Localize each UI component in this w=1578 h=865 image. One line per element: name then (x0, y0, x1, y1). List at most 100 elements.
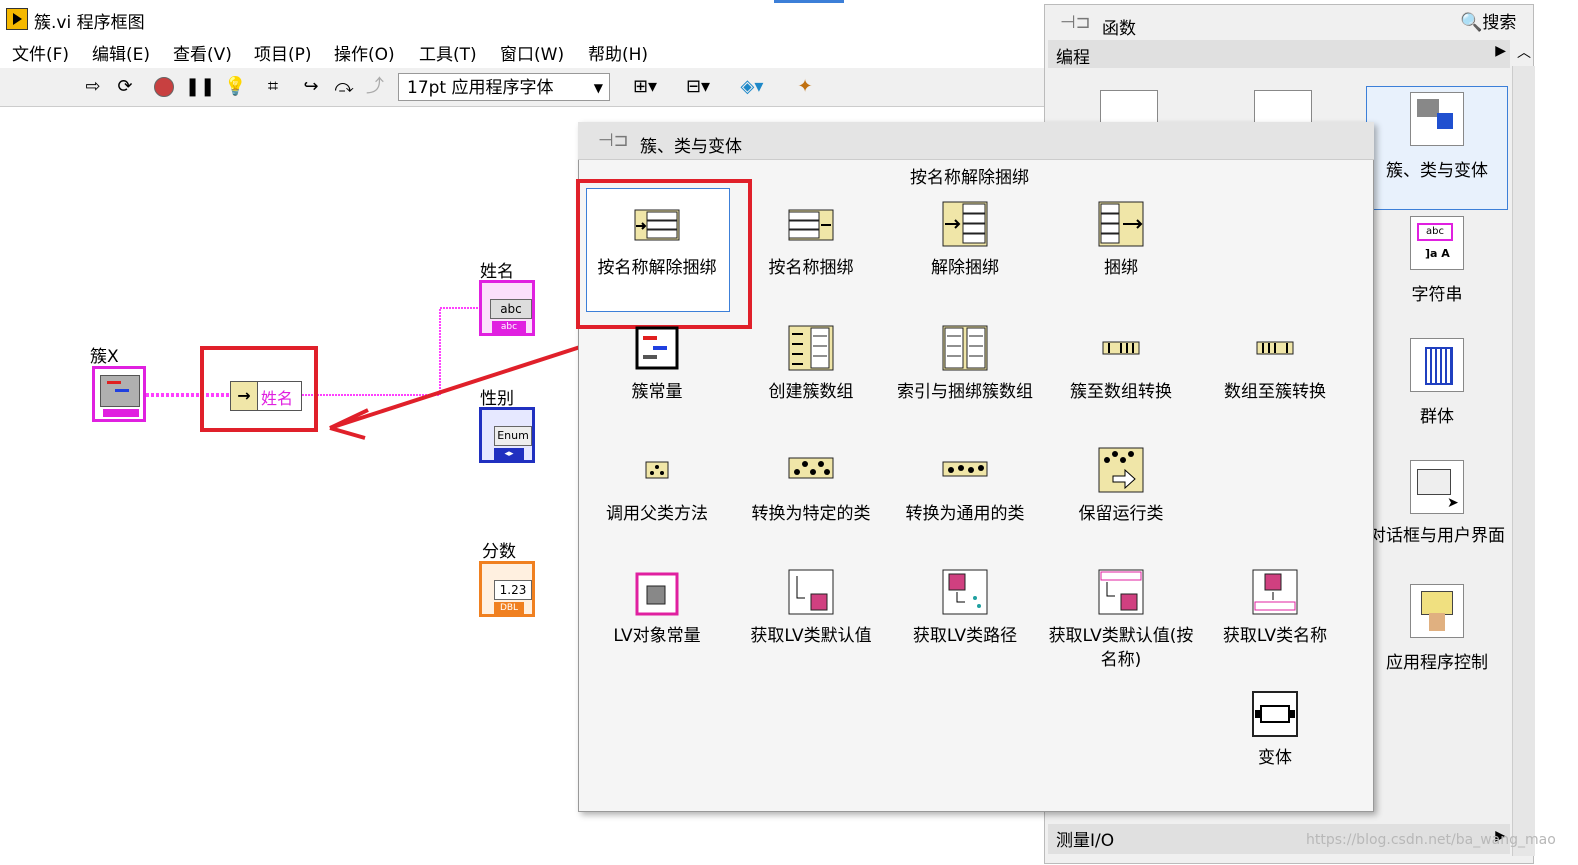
palette-scrollbar[interactable]: ︿ (1512, 45, 1535, 856)
item-get-lvclass-path[interactable]: 获取LV类路径 (890, 568, 1040, 648)
align-icon[interactable]: ⊞▾ (628, 76, 662, 98)
chevron-down-icon: ▼ (593, 81, 603, 95)
item-unbundle[interactable]: 解除捆绑 (890, 200, 1040, 280)
item-variant[interactable]: 变体 (1200, 690, 1350, 770)
enum-indicator-terminal[interactable]: Enum ◂▸ (479, 407, 535, 463)
palette-category-icon[interactable] (1254, 90, 1312, 123)
menu-view[interactable]: 查看(V) (173, 40, 232, 65)
cleanup-icon[interactable]: ✦ (790, 76, 820, 98)
indicator-type-text: abc (490, 299, 532, 319)
item-array-to-cluster[interactable]: 数组至簇转换 (1200, 324, 1350, 404)
step-into-icon[interactable]: ↪ (300, 76, 322, 98)
font-select-value: 17pt 应用程序字体 (407, 78, 554, 98)
to-more-generic-class-icon (941, 446, 989, 494)
item-label: 数组至簇转换 (1224, 382, 1326, 402)
palette-category-icon[interactable] (1100, 90, 1158, 123)
search-button[interactable]: 🔍搜索 (1460, 10, 1532, 36)
item-bundle-by-name[interactable]: 按名称捆绑 (736, 200, 886, 280)
item-build-cluster-array[interactable]: 创建簇数组 (736, 324, 886, 404)
menu-tools[interactable]: 工具(T) (419, 40, 477, 65)
item-label: 簇常量 (631, 382, 683, 402)
pause-icon[interactable]: ❚❚ (185, 76, 215, 98)
menu-project[interactable]: 项目(P) (254, 40, 312, 65)
cluster-control-terminal[interactable] (92, 366, 146, 422)
run-continuous-icon[interactable]: ⟳ (114, 76, 136, 98)
run-arrow-icon[interactable]: ⇨ (82, 76, 104, 98)
string-indicator-terminal[interactable]: abc abc (479, 280, 535, 336)
string-icon: abc]a A (1410, 216, 1464, 270)
unbundle-by-name-icon (633, 200, 681, 248)
cluster-label: 簇X (90, 347, 119, 367)
item-bundle[interactable]: 捆绑 (1046, 200, 1196, 280)
menu-edit[interactable]: 编辑(E) (92, 40, 150, 65)
item-to-more-specific-class[interactable]: 转换为特定的类 (736, 446, 886, 526)
pin-icon[interactable]: ⊣⊐ (1060, 12, 1091, 33)
unbundle-by-name-node[interactable]: → 姓名 (230, 381, 302, 411)
indicator-type-text: Enum (494, 426, 532, 446)
item-label: 保留运行类 (1078, 504, 1164, 524)
arrow-head (329, 408, 369, 440)
preserve-runtime-class-icon (1097, 446, 1145, 494)
abort-icon[interactable] (153, 76, 175, 98)
search-label: 搜索 (1482, 13, 1517, 33)
item-cluster-constant[interactable]: 簇常量 (582, 324, 732, 404)
item-preserve-runtime-class[interactable]: 保留运行类 (1046, 446, 1196, 526)
highlight-bulb-icon[interactable]: 💡 (224, 76, 246, 98)
item-label: 获取LV类名称 (1222, 626, 1328, 646)
item-to-more-generic-class[interactable]: 转换为通用的类 (890, 446, 1040, 526)
menu-operate[interactable]: 操作(O) (334, 40, 395, 65)
retain-wire-icon[interactable]: ⌗ (262, 76, 284, 98)
menu-bar: 文件(F) 编辑(E) 查看(V) 项目(P) 操作(O) 工具(T) 窗口(W… (0, 36, 1050, 66)
menu-file[interactable]: 文件(F) (12, 40, 69, 65)
unbundle-icon (941, 200, 989, 248)
palette-item-label: 对话框与用户界面 (1369, 526, 1505, 546)
cluster-class-variant-icon (1410, 92, 1464, 146)
item-get-lvclass-default-by-name[interactable]: 获取LV类默认值(按名称) (1046, 568, 1196, 672)
palette-item-string[interactable]: abc]a A 字符串 (1366, 216, 1508, 305)
item-label: 转换为通用的类 (905, 504, 1025, 524)
pin-icon[interactable]: ⊣⊐ (598, 130, 629, 151)
menu-window[interactable]: 窗口(W) (500, 40, 564, 65)
item-lv-object-constant[interactable]: LV对象常量 (582, 568, 732, 648)
indicator-label-score: 分数 (482, 542, 516, 562)
unbundle-element-name[interactable]: 姓名 (261, 385, 293, 409)
indicator-datatype: DBL (494, 602, 524, 614)
item-unbundle-by-name[interactable]: 按名称解除捆绑 (582, 200, 732, 280)
to-more-specific-class-icon (787, 446, 835, 494)
item-cluster-to-array[interactable]: 簇至数组转换 (1046, 324, 1196, 404)
arrow-right-icon: → (231, 382, 258, 410)
distribute-icon[interactable]: ⊟▾ (680, 76, 716, 98)
reorder-icon[interactable]: ◈▾ (734, 76, 770, 98)
cluster-to-array-icon (1097, 324, 1145, 372)
palette-item-dialog-ui[interactable]: ➤ 对话框与用户界面 (1366, 460, 1508, 548)
chevron-up-icon[interactable]: ︿ (1517, 42, 1531, 62)
menu-help[interactable]: 帮助(H) (588, 40, 648, 65)
step-out-icon[interactable]: ⤴ (364, 76, 386, 98)
get-lvclass-default-by-name-icon (1097, 568, 1145, 616)
font-select[interactable]: 17pt 应用程序字体 ▼ (398, 73, 610, 101)
palette-item-cluster[interactable]: 簇、类与变体 (1366, 92, 1508, 181)
string-wire (302, 307, 482, 396)
category-header-programming[interactable]: 编程 ▶ (1048, 40, 1510, 68)
item-get-lvclass-default-value[interactable]: 获取LV类默认值 (736, 568, 886, 648)
palette-item-label: 簇、类与变体 (1386, 161, 1488, 181)
item-label: 获取LV类默认值(按名称) (1048, 626, 1194, 670)
item-call-parent-method[interactable]: 调用父类方法 (582, 446, 732, 526)
title-accent (774, 0, 844, 3)
item-label: 获取LV类路径 (912, 626, 1018, 646)
item-label: 簇至数组转换 (1070, 382, 1172, 402)
category-label: 编程 (1056, 48, 1090, 68)
index-bundle-cluster-array-icon (941, 324, 989, 372)
palette-item-app-control[interactable]: 应用程序控制 (1366, 584, 1508, 673)
item-get-lvclass-name[interactable]: 获取LV类名称 (1200, 568, 1350, 648)
item-label: 创建簇数组 (768, 382, 854, 402)
step-over-icon[interactable]: ⤼ (333, 76, 355, 98)
array-to-cluster-icon (1251, 324, 1299, 372)
bundle-by-name-icon (787, 200, 835, 248)
lv-object-constant-icon (633, 568, 681, 616)
call-parent-method-icon (633, 446, 681, 494)
palette-item-collections[interactable]: 群体 (1366, 338, 1508, 427)
item-index-bundle-cluster-array[interactable]: 索引与捆绑簇数组 (890, 324, 1040, 404)
hover-tip-label: 按名称解除捆绑 (910, 168, 1029, 188)
numeric-indicator-terminal[interactable]: 1.23 DBL (479, 561, 535, 617)
